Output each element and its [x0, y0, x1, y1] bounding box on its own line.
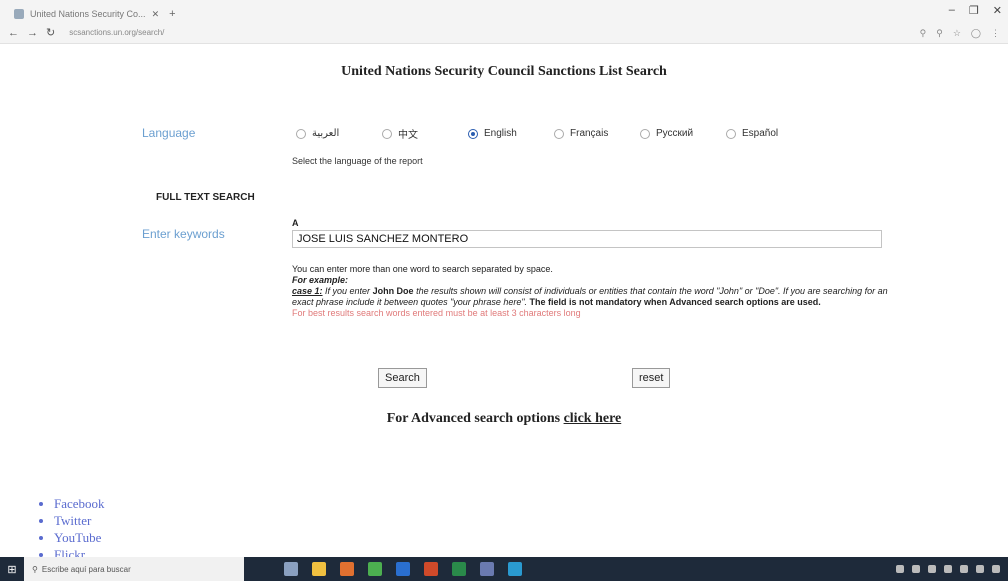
radio-spanish[interactable]: [726, 128, 736, 139]
language-option-label: العربية: [312, 128, 340, 139]
outlook-icon[interactable]: [396, 562, 410, 576]
task-view-icon[interactable]: [284, 562, 298, 576]
language-option-spanish[interactable]: Español: [726, 128, 812, 139]
forward-icon[interactable]: →: [27, 27, 38, 39]
full-text-search-heading: FULL TEXT SEARCH: [156, 192, 255, 203]
min-length-warning: For best results search words entered mu…: [292, 308, 581, 318]
advanced-search: For Advanced search options click here: [0, 411, 1008, 427]
reset-button[interactable]: reset: [632, 368, 671, 388]
windows-start-icon[interactable]: ⊞: [0, 557, 24, 581]
case-description: case 1: If you enter John Doe the result…: [292, 286, 892, 308]
language-help: Select the language of the report: [292, 156, 423, 166]
language-option-label: Русский: [656, 128, 694, 139]
new-tab-icon[interactable]: +: [169, 8, 175, 20]
case-label: case 1:: [292, 286, 323, 296]
language-option-french[interactable]: Français: [554, 128, 640, 139]
advanced-search-link[interactable]: click here: [564, 411, 622, 426]
social-links: Facebook Twitter YouTube Flickr: [36, 495, 105, 563]
volume-icon[interactable]: [976, 565, 984, 573]
language-option-russian[interactable]: Русский: [640, 128, 726, 139]
search-icon: ⚲: [32, 564, 38, 574]
file-explorer-icon[interactable]: [312, 562, 326, 576]
favicon-icon: [14, 9, 24, 19]
example-label: For example:: [292, 275, 349, 285]
powerpoint-icon[interactable]: [424, 562, 438, 576]
taskbar-apps: [284, 562, 522, 576]
taskbar-search-placeholder: Escribe aquí para buscar: [41, 564, 131, 574]
zoom-icon[interactable]: ⚲: [920, 28, 927, 39]
page-title: United Nations Security Council Sanction…: [341, 64, 667, 79]
reload-icon[interactable]: ↻: [46, 26, 55, 39]
browser-tab[interactable]: United Nations Security Co... ✕ +: [14, 5, 176, 23]
browser-toolbar: United Nations Security Co... ✕ + – ❐ ✕ …: [0, 0, 1008, 44]
tray-icon[interactable]: [944, 565, 952, 573]
language-option-arabic[interactable]: العربية: [296, 128, 382, 139]
back-icon[interactable]: ←: [8, 27, 19, 39]
facebook-link[interactable]: Facebook: [54, 496, 105, 511]
language-options: العربية 中文 English Français Русский Espa…: [296, 126, 812, 141]
search-icon[interactable]: ⚲: [936, 28, 943, 39]
close-tab-icon[interactable]: ✕: [152, 9, 160, 20]
radio-english[interactable]: [468, 128, 478, 139]
language-option-label: Español: [742, 128, 779, 139]
tray-icon[interactable]: [912, 565, 920, 573]
social-item: Facebook: [54, 495, 105, 512]
radio-russian[interactable]: [640, 128, 650, 139]
nav-row: ← → ↻ scsanctions.un.org/search/: [8, 26, 164, 40]
excel-icon[interactable]: [452, 562, 466, 576]
radio-chinese[interactable]: [382, 128, 392, 139]
language-option-label: 中文: [398, 130, 418, 141]
window-controls: – ❐ ✕: [949, 4, 1002, 17]
radio-french[interactable]: [554, 128, 564, 139]
radio-arabic[interactable]: [296, 128, 306, 139]
wifi-icon[interactable]: [960, 565, 968, 573]
chrome-icon[interactable]: [368, 562, 382, 576]
maximize-icon[interactable]: ❐: [969, 4, 979, 17]
keywords-marker: A: [292, 218, 299, 228]
firefox-icon[interactable]: [340, 562, 354, 576]
search-help: You can enter more than one word to sear…: [292, 264, 892, 319]
tray-icon[interactable]: [896, 565, 904, 573]
youtube-link[interactable]: YouTube: [54, 530, 101, 545]
case-text: If you enter: [322, 286, 373, 296]
language-option-chinese[interactable]: 中文: [382, 126, 468, 141]
address-bar[interactable]: scsanctions.un.org/search/: [69, 28, 164, 37]
social-item: YouTube: [54, 529, 105, 546]
advanced-search-text: For Advanced search options: [386, 411, 564, 426]
tab-title: United Nations Security Co...: [30, 9, 146, 19]
language-option-label: Français: [570, 128, 609, 139]
taskbar: ⊞ ⚲ Escribe aquí para buscar: [0, 557, 1008, 581]
close-window-icon[interactable]: ✕: [993, 4, 1002, 17]
mandatory-note: The field is not mandatory when Advanced…: [527, 297, 821, 307]
edge-icon[interactable]: [508, 562, 522, 576]
keywords-label: Enter keywords: [142, 227, 225, 241]
language-label: Language: [142, 126, 196, 140]
twitter-link[interactable]: Twitter: [54, 513, 91, 528]
minimize-icon[interactable]: –: [949, 4, 955, 17]
menu-icon[interactable]: ⋮: [991, 28, 1000, 39]
profile-icon[interactable]: ◯: [971, 28, 981, 39]
language-option-label: English: [484, 128, 517, 139]
app-icon[interactable]: [480, 562, 494, 576]
tray-icon[interactable]: [928, 565, 936, 573]
language-option-english[interactable]: English: [468, 128, 554, 139]
system-tray: [896, 565, 1008, 573]
search-button[interactable]: Search: [378, 368, 427, 388]
browser-actions: ⚲ ⚲ ☆ ◯ ⋮: [920, 28, 1000, 39]
taskbar-search[interactable]: ⚲ Escribe aquí para buscar: [24, 557, 244, 581]
keywords-input[interactable]: [292, 230, 882, 248]
help-line: You can enter more than one word to sear…: [292, 264, 553, 274]
notifications-icon[interactable]: [992, 565, 1000, 573]
case-name: John Doe: [372, 286, 414, 296]
social-item: Twitter: [54, 512, 105, 529]
star-icon[interactable]: ☆: [953, 28, 961, 39]
